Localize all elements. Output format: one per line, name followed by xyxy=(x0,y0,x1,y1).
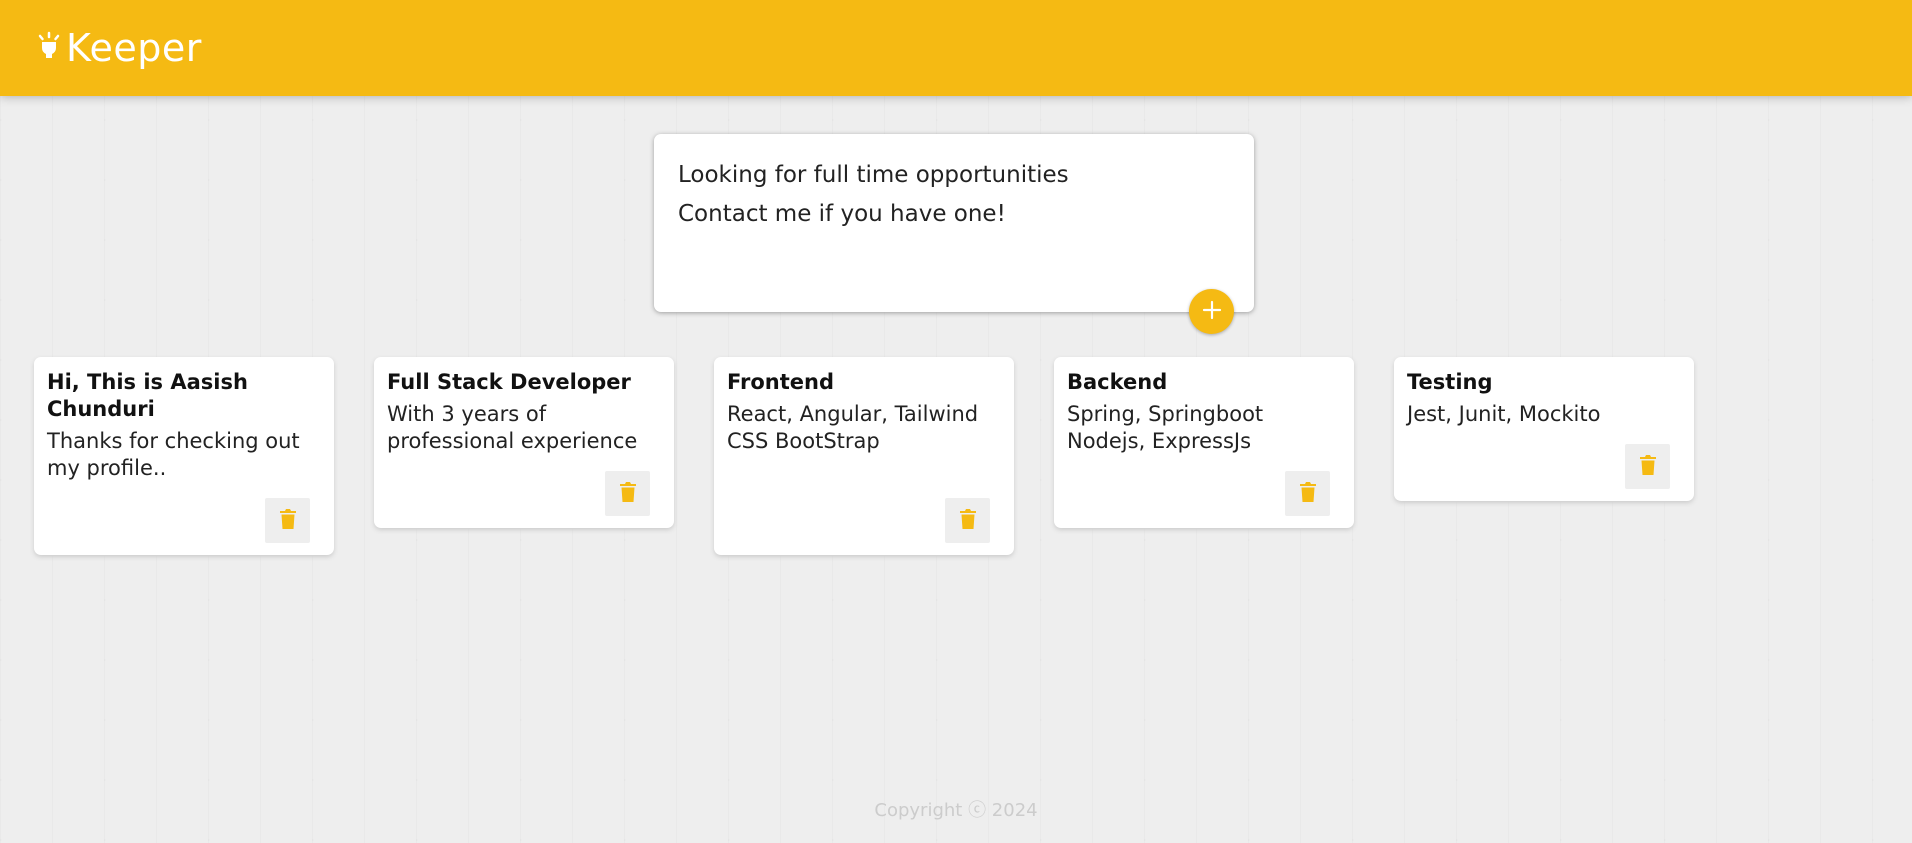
trash-icon xyxy=(959,508,977,533)
note-title: Hi, This is Aasish Chunduri xyxy=(47,370,248,421)
note-title: Backend xyxy=(1067,370,1168,394)
create-note-form[interactable]: Looking for full time opportunities Cont… xyxy=(654,134,1254,334)
note-card: Frontend React, Angular, Tailwind CSS Bo… xyxy=(714,357,1014,555)
add-note-button[interactable] xyxy=(1189,289,1234,334)
delete-note-button[interactable] xyxy=(945,498,990,543)
note-card: Hi, This is Aasish Chunduri Thanks for c… xyxy=(34,357,334,555)
trash-icon xyxy=(619,481,637,506)
delete-note-button[interactable] xyxy=(265,498,310,543)
note-card: Full Stack Developer With 3 years of pro… xyxy=(374,357,674,528)
note-card: Testing Jest, Junit, Mockito xyxy=(1394,357,1694,501)
delete-note-button[interactable] xyxy=(1625,444,1670,489)
trash-icon xyxy=(279,508,297,533)
note-content: With 3 years of professional experience xyxy=(387,402,638,453)
create-note-title-input[interactable]: Looking for full time opportunities xyxy=(678,156,1230,195)
plus-icon xyxy=(1201,299,1223,324)
brand[interactable]: Keeper xyxy=(36,26,202,70)
copyright-text: Copyright ⓒ 2024 xyxy=(874,800,1038,821)
note-title: Testing xyxy=(1407,370,1493,394)
delete-note-button[interactable] xyxy=(1285,471,1330,516)
create-note-content-input[interactable]: Contact me if you have one! xyxy=(678,195,1230,234)
note-title: Full Stack Developer xyxy=(387,370,631,394)
note-content: Spring, Springboot Nodejs, ExpressJs xyxy=(1067,402,1264,453)
footer: Copyright ⓒ 2024 xyxy=(0,796,1912,822)
lightbulb-icon xyxy=(36,31,62,65)
note-content: React, Angular, Tailwind CSS BootStrap xyxy=(727,402,979,453)
note-content: Jest, Junit, Mockito xyxy=(1407,402,1601,426)
trash-icon xyxy=(1639,454,1657,479)
note-content: Thanks for checking out my profile.. xyxy=(47,429,300,480)
note-card: Backend Spring, Springboot Nodejs, Expre… xyxy=(1054,357,1354,528)
note-title: Frontend xyxy=(727,370,834,394)
app-header: Keeper xyxy=(0,0,1912,96)
trash-icon xyxy=(1299,481,1317,506)
app-title: Keeper xyxy=(66,26,202,70)
delete-note-button[interactable] xyxy=(605,471,650,516)
